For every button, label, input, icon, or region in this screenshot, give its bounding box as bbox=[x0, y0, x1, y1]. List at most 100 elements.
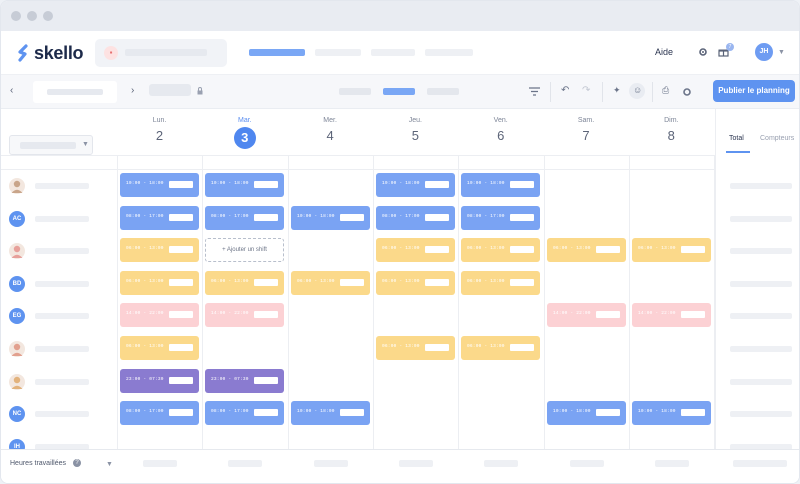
shift-card[interactable]: 10:00 - 18:00 bbox=[376, 173, 455, 197]
shift-card[interactable]: 06:00 - 13:00 bbox=[205, 271, 284, 295]
window-minimize-dot[interactable] bbox=[27, 11, 37, 21]
shift-card[interactable]: 06:00 - 13:00 bbox=[120, 336, 199, 360]
day-header-5[interactable]: Sam. 7 bbox=[544, 117, 629, 143]
nav-tab-2[interactable] bbox=[315, 49, 361, 56]
shift-time: 10:00 - 18:00 bbox=[126, 181, 164, 186]
shift-card[interactable]: 10:00 - 18:00 bbox=[632, 401, 711, 425]
day-header-3[interactable]: Jeu. 5 bbox=[373, 117, 458, 143]
employee-avatar[interactable]: EG bbox=[9, 308, 25, 325]
shift-card[interactable]: 08:00 - 17:00 bbox=[120, 401, 199, 425]
shift-card[interactable]: 06:00 - 13:00 bbox=[632, 238, 711, 262]
employee-avatar[interactable] bbox=[9, 243, 25, 260]
add-shift-button[interactable]: + Ajouter un shift bbox=[205, 238, 284, 262]
shift-card[interactable]: 06:00 - 13:00 bbox=[120, 271, 199, 295]
employee-avatar[interactable] bbox=[9, 373, 25, 390]
tab-counters[interactable]: Compteurs bbox=[760, 135, 794, 142]
shift-card[interactable]: 10:00 - 18:00 bbox=[205, 173, 284, 197]
chevron-left-icon[interactable]: ‹ bbox=[10, 85, 13, 96]
user-avatar[interactable]: JH bbox=[755, 43, 773, 61]
shift-card[interactable]: 08:00 - 17:00 bbox=[376, 206, 455, 230]
app-window: skello ▪ Aide 7 JH ▼ ‹ › ↶ ↷ ✦ ☺ ⎙ Publi… bbox=[0, 0, 800, 484]
view-toggle-day[interactable] bbox=[339, 88, 371, 95]
employee-avatar[interactable]: IH bbox=[9, 438, 25, 449]
shop-selector[interactable]: ▪ bbox=[95, 39, 227, 67]
day-hours-placeholder bbox=[484, 460, 518, 467]
nav-tab-planning-active[interactable] bbox=[249, 49, 305, 56]
shift-card[interactable]: 06:00 - 13:00 bbox=[376, 336, 455, 360]
shift-card[interactable]: 06:00 - 13:00 bbox=[120, 238, 199, 262]
window-close-dot[interactable] bbox=[11, 11, 21, 21]
shift-card[interactable]: 23:00 - 07:30 bbox=[120, 369, 199, 393]
shift-card[interactable]: 14:00 - 22:00 bbox=[205, 303, 284, 327]
redo-icon[interactable]: ↷ bbox=[582, 85, 590, 96]
date-range-picker[interactable] bbox=[33, 81, 117, 103]
magic-wand-icon[interactable]: ✦ bbox=[613, 85, 621, 96]
tab-total[interactable]: Total bbox=[729, 135, 744, 142]
shift-label-placeholder bbox=[169, 214, 193, 221]
chevron-right-icon[interactable]: › bbox=[131, 85, 134, 96]
window-maximize-dot[interactable] bbox=[43, 11, 53, 21]
shift-time: 23:00 - 07:30 bbox=[126, 377, 164, 382]
shift-card[interactable]: 06:00 - 13:00 bbox=[461, 238, 540, 262]
shift-label-placeholder bbox=[681, 409, 705, 416]
day-header-4[interactable]: Ven. 6 bbox=[458, 117, 543, 143]
shift-card[interactable]: 08:00 - 17:00 bbox=[120, 206, 199, 230]
shift-card[interactable]: 06:00 - 13:00 bbox=[376, 238, 455, 262]
day-number: 8 bbox=[667, 128, 675, 143]
shift-time: 06:00 - 13:00 bbox=[297, 279, 335, 284]
view-toggle-week-active[interactable] bbox=[383, 88, 415, 95]
employee-filter-select[interactable]: ▼ bbox=[9, 135, 93, 155]
shift-card[interactable]: 06:00 - 13:00 bbox=[547, 238, 626, 262]
person-photo-icon bbox=[11, 343, 23, 356]
employee-avatar[interactable]: BD bbox=[9, 275, 25, 292]
shift-card[interactable]: 14:00 - 22:00 bbox=[632, 303, 711, 327]
filter-icon[interactable] bbox=[529, 87, 540, 96]
nav-tab-3[interactable] bbox=[371, 49, 415, 56]
shift-card[interactable]: 10:00 - 18:00 bbox=[120, 173, 199, 197]
help-link[interactable]: Aide bbox=[655, 47, 673, 57]
shift-time: 06:00 - 13:00 bbox=[126, 279, 164, 284]
shift-card[interactable]: 06:00 - 13:00 bbox=[291, 271, 370, 295]
employee-name-placeholder bbox=[35, 280, 89, 287]
shift-card[interactable]: 14:00 - 22:00 bbox=[120, 303, 199, 327]
day-header-1[interactable]: Mar. 3 bbox=[202, 117, 287, 149]
shift-card[interactable]: 23:00 - 07:30 bbox=[205, 369, 284, 393]
shift-label-placeholder bbox=[169, 181, 193, 188]
day-header-2[interactable]: Mer. 4 bbox=[288, 117, 373, 143]
gear-icon[interactable] bbox=[698, 47, 708, 57]
shift-label-placeholder bbox=[425, 344, 449, 351]
view-toggle-month[interactable] bbox=[427, 88, 459, 95]
print-icon[interactable]: ⎙ bbox=[662, 85, 669, 96]
publish-planning-button[interactable]: Publier le planning bbox=[713, 80, 795, 102]
employee-avatar[interactable] bbox=[9, 341, 25, 357]
shift-card[interactable]: 08:00 - 17:00 bbox=[205, 206, 284, 230]
shift-time: 10:00 - 18:00 bbox=[467, 181, 505, 186]
shift-card[interactable]: 10:00 - 18:00 bbox=[291, 206, 370, 230]
shift-card[interactable]: 06:00 - 13:00 bbox=[376, 271, 455, 295]
shift-card[interactable]: 08:00 - 17:00 bbox=[461, 206, 540, 230]
chevron-down-icon[interactable]: ▼ bbox=[778, 49, 785, 56]
settings-icon[interactable] bbox=[682, 87, 692, 97]
shift-card[interactable]: 06:00 - 13:00 bbox=[461, 336, 540, 360]
nav-tab-4[interactable] bbox=[425, 49, 473, 56]
shift-card[interactable]: 14:00 - 22:00 bbox=[547, 303, 626, 327]
day-name: Dim. bbox=[664, 117, 679, 124]
person-photo-icon bbox=[11, 376, 23, 389]
shift-card[interactable]: 10:00 - 18:00 bbox=[291, 401, 370, 425]
chevron-down-icon[interactable]: ▼ bbox=[106, 461, 113, 468]
day-hours-placeholder bbox=[733, 460, 787, 467]
shift-card[interactable]: 06:00 - 13:00 bbox=[461, 271, 540, 295]
help-icon[interactable]: ? bbox=[73, 459, 81, 467]
employee-avatar[interactable]: AC bbox=[9, 210, 25, 227]
employee-avatar[interactable] bbox=[9, 178, 25, 194]
undo-icon[interactable]: ↶ bbox=[561, 85, 569, 96]
brand-logo[interactable]: skello bbox=[17, 43, 84, 63]
day-header-0[interactable]: Lun. 2 bbox=[117, 117, 202, 143]
employee-avatar[interactable]: NC bbox=[9, 406, 25, 423]
shift-card[interactable]: 08:00 - 17:00 bbox=[205, 401, 284, 425]
smart-planner-button[interactable]: ☺ bbox=[629, 83, 645, 99]
grid-column-line bbox=[544, 155, 545, 449]
shift-card[interactable]: 10:00 - 18:00 bbox=[547, 401, 626, 425]
day-header-6[interactable]: Dim. 8 bbox=[629, 117, 714, 143]
shift-card[interactable]: 10:00 - 18:00 bbox=[461, 173, 540, 197]
